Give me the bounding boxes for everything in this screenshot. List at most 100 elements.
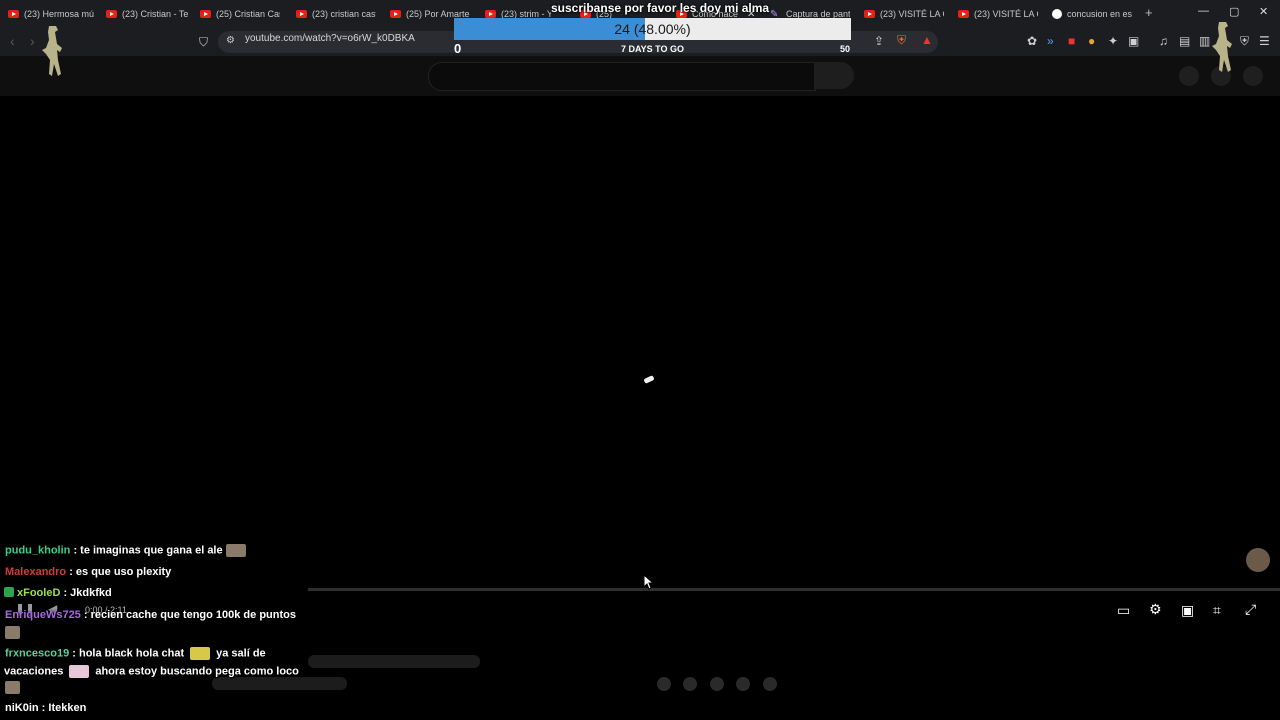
- chat-emote-line: [5, 681, 20, 694]
- brave-shield-icon[interactable]: ⛨: [897, 33, 906, 48]
- dinosaur-icon: [1212, 22, 1232, 72]
- new-tab-button[interactable]: +: [1145, 5, 1153, 20]
- emote-icon: [5, 681, 20, 694]
- close-window-button[interactable]: ✕: [1259, 5, 1268, 18]
- emote-icon: [5, 626, 20, 639]
- chat-username: frxncesco19: [5, 647, 70, 660]
- chat-message: EnriqueWs725 : recien cache que tengo 10…: [5, 609, 296, 621]
- chat-text: : es que uso plexity: [66, 566, 172, 578]
- chat-message: niK0in : Itekken: [5, 702, 86, 714]
- chat-text: : Jkdkfkd: [60, 587, 112, 599]
- tab-label: (23) Cristian - Te l: [122, 9, 188, 19]
- chat-text: : te imaginas que gana el ale: [70, 544, 223, 557]
- music-icon[interactable]: ♫: [1159, 34, 1168, 48]
- skeleton-dot: [763, 677, 777, 691]
- tab-label: (23) VISITÉ LA CA: [880, 9, 944, 19]
- wallet-icon[interactable]: ▥: [1199, 34, 1210, 48]
- chat-emote-line: [5, 626, 20, 639]
- menu-icon[interactable]: ☰: [1259, 34, 1270, 48]
- chat-text: ya salí de: [216, 647, 266, 660]
- emote-icon: [69, 665, 90, 678]
- fullscreen-icon[interactable]: ⤢: [1245, 601, 1256, 618]
- youtube-icon: [106, 10, 117, 18]
- browser-tab[interactable]: (23) Cristian - Te l: [106, 4, 188, 24]
- tab-label: (23) cristian castr: [312, 9, 376, 19]
- emote-icon: [225, 544, 246, 557]
- tab-label: (25) Cristian Cast: [216, 9, 280, 19]
- loading-spinner: [643, 375, 655, 384]
- miniplayer-icon[interactable]: ▣: [1181, 602, 1194, 619]
- back-button[interactable]: ‹: [10, 33, 15, 49]
- forward-button[interactable]: ›: [30, 33, 35, 49]
- chat-username: niK0in: [5, 702, 39, 714]
- chat-username: pudu_kholin: [5, 544, 71, 557]
- video-progress-bar[interactable]: [308, 588, 1280, 591]
- audio-extension-icon[interactable]: »: [1047, 34, 1054, 48]
- url-text[interactable]: youtube.com/watch?v=o6rW_k0DBKA: [245, 33, 415, 44]
- screenshot-icon[interactable]: ▣: [1128, 34, 1139, 48]
- chat-username: EnriqueWs725: [5, 609, 81, 621]
- youtube-icon: [485, 10, 496, 18]
- skeleton-dot: [657, 677, 671, 691]
- chat-text: : recien cache que tengo 100k de puntos: [80, 609, 296, 621]
- rewards-icon[interactable]: ▲: [921, 33, 933, 47]
- extension-icon[interactable]: ✿: [1027, 34, 1037, 48]
- search-button[interactable]: [814, 62, 854, 89]
- goal-max: 50: [840, 44, 851, 54]
- skeleton-dot: [736, 677, 750, 691]
- bookmark-icon[interactable]: ⛉: [199, 35, 208, 50]
- tab-label: concusion en es: [1067, 9, 1132, 19]
- extensions-puzzle-icon[interactable]: ✦: [1108, 34, 1118, 48]
- chat-message: frxncesco19 : hola black hola chat ya sal…: [5, 647, 266, 660]
- minimize-button[interactable]: —: [1198, 5, 1209, 17]
- chat-text: ahora estoy buscando pega como loco: [95, 665, 299, 678]
- goal-current: 24 (48.00%): [614, 21, 691, 37]
- share-icon[interactable]: ⇪: [874, 34, 884, 48]
- subtitles-icon[interactable]: ▭: [1117, 602, 1130, 619]
- extension-icon[interactable]: ●: [1088, 34, 1095, 48]
- youtube-icon: [864, 10, 875, 18]
- chat-text: vacaciones: [4, 665, 64, 678]
- maximize-button[interactable]: ▢: [1229, 5, 1239, 18]
- browser-tab[interactable]: (23) cristian castr: [296, 4, 376, 24]
- skeleton-dot: [683, 677, 697, 691]
- browser-tab[interactable]: (23) Hermosa mú: [8, 4, 98, 24]
- channel-skeleton: [212, 677, 347, 690]
- avatar: [1246, 548, 1270, 572]
- title-skeleton: [308, 655, 480, 668]
- youtube-icon: [296, 10, 307, 18]
- dinosaur-icon: [42, 26, 62, 76]
- youtube-icon: [390, 10, 401, 18]
- chat-message: Malexandro : es que uso plexity: [5, 566, 171, 578]
- vpn-icon[interactable]: ⛨: [1240, 34, 1249, 49]
- settings-icon[interactable]: ⚙: [1149, 601, 1162, 618]
- site-info-icon[interactable]: ⚙: [226, 35, 235, 46]
- browser-tab[interactable]: (25) Cristian Cast: [200, 4, 280, 24]
- goal-title: suscribanse por favor les doy mi alma: [551, 1, 770, 15]
- browser-tab[interactable]: concusion en es: [1052, 4, 1132, 24]
- create-button[interactable]: [1179, 66, 1199, 86]
- browser-tab[interactable]: (23) VISITÉ LA CA: [864, 4, 944, 24]
- chat-message: pudu_kholin : te imaginas que gana el al…: [5, 544, 246, 557]
- chat-text: : hola black hola chat: [69, 647, 185, 660]
- chat-username: xFooleD: [17, 587, 61, 599]
- chat-message: xFooleD : Jkdkfkd: [4, 587, 112, 599]
- emote-icon: [190, 647, 211, 660]
- search-input[interactable]: [428, 62, 816, 91]
- chat-text: : Itekken: [38, 702, 87, 714]
- browser-tab[interactable]: (23) VISITÉ LA CA: [958, 4, 1038, 24]
- tab-label: (23) VISITÉ LA CA: [974, 9, 1038, 19]
- cast-icon[interactable]: ⌗: [1213, 602, 1221, 619]
- avatar[interactable]: [1243, 66, 1263, 86]
- youtube-icon: [8, 10, 19, 18]
- google-icon: [1052, 9, 1062, 19]
- tab-label: (23) Hermosa mú: [24, 9, 95, 19]
- youtube-icon: [958, 10, 969, 18]
- sidebar-icon[interactable]: ▤: [1179, 34, 1190, 48]
- mouse-cursor-icon: [643, 574, 653, 590]
- ublock-icon[interactable]: ■: [1068, 34, 1075, 48]
- chat-username: Malexandro: [5, 566, 67, 578]
- chat-message-continued: vacaciones ahora estoy buscando pega como…: [4, 665, 299, 678]
- goal-days-left: 7 DAYS TO GO: [620, 44, 685, 54]
- subscriber-badge-icon: [4, 587, 14, 598]
